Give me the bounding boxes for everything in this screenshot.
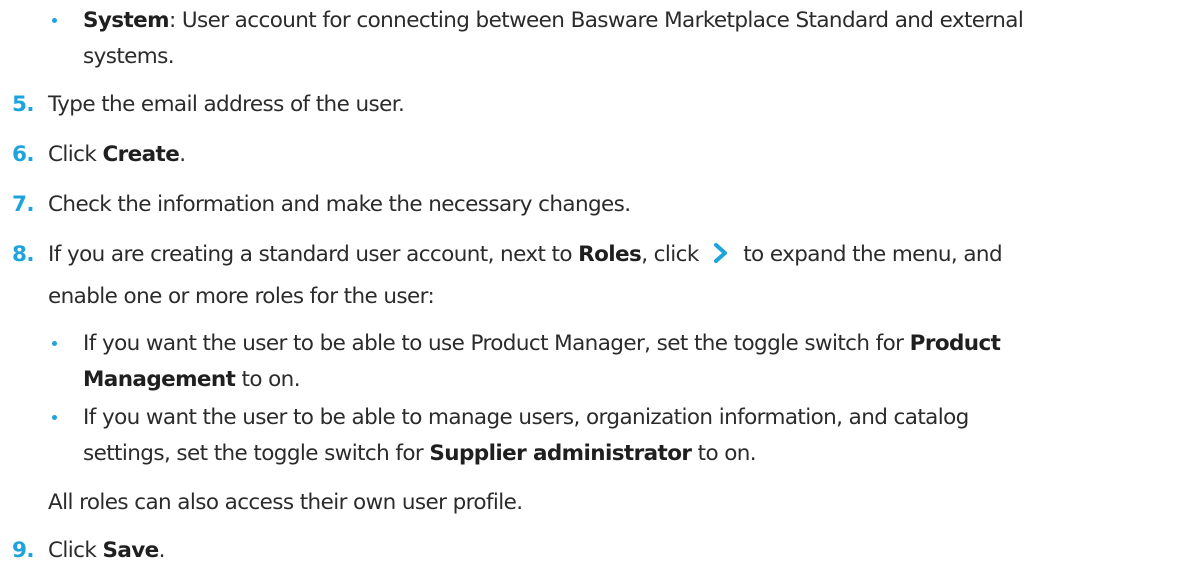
step-6-text: Click Create. [48, 142, 186, 167]
create-term: Create [102, 142, 180, 167]
step-number: 7. [12, 192, 35, 217]
system-bullet-line1: System: User account for connecting betw… [83, 8, 1024, 33]
bullet-marker [52, 18, 57, 23]
system-bullet-line2: systems. [83, 44, 175, 69]
step-8-line1: If you are creating a standard user acco… [48, 242, 1003, 267]
product-management-bullet-line2: Management to on. [83, 367, 301, 392]
bullet-marker [52, 415, 57, 420]
step-number: 5. [12, 92, 35, 117]
roles-note: All roles can also access their own user… [48, 490, 523, 515]
save-term: Save [102, 538, 159, 563]
supplier-admin-bullet-line2: settings, set the toggle switch for Supp… [83, 441, 757, 466]
bullet-marker [52, 341, 57, 346]
step-number: 6. [12, 142, 35, 167]
supplier-administrator-term: Supplier administrator [429, 441, 692, 466]
system-term: System [83, 8, 170, 33]
chevron-right-icon [713, 243, 727, 263]
document-body: System: User account for connecting betw… [0, 0, 1195, 583]
product-management-bullet-line1: If you want the user to be able to use P… [83, 331, 1001, 356]
supplier-admin-bullet-line1: If you want the user to be able to manag… [83, 405, 969, 430]
step-number: 9. [12, 538, 35, 563]
roles-term: Roles [578, 242, 642, 267]
step-8-line2: enable one or more roles for the user: [48, 284, 435, 309]
step-7-text: Check the information and make the neces… [48, 192, 631, 217]
product-term: Product [909, 331, 1001, 356]
step-5-text: Type the email address of the user. [48, 92, 405, 117]
step-number: 8. [12, 242, 35, 267]
management-term: Management [83, 367, 236, 392]
step-9-text: Click Save. [48, 538, 166, 563]
